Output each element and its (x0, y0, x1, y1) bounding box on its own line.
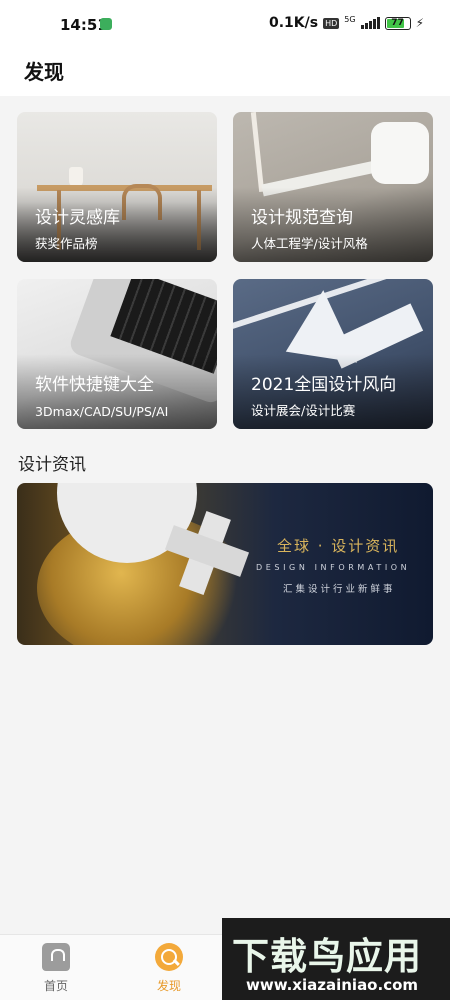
nav-home[interactable]: 首页 (26, 943, 86, 994)
section-title-design-news: 设计资讯 (18, 455, 86, 475)
page-header: 发现 (0, 48, 450, 96)
nav-label: 发现 (156, 979, 181, 993)
search-icon (155, 943, 183, 971)
banner-english-title: DESIGN INFORMATION (256, 563, 411, 572)
banner-title: 全球 · 设计资讯 (277, 537, 400, 555)
hd-badge: HD (323, 17, 340, 29)
watermark-title: 下载鸟应用 (232, 935, 422, 978)
battery-level: 77 (391, 18, 404, 28)
card-title: 2021全国设计风向 (251, 375, 397, 395)
nav-label: 首页 (43, 979, 68, 993)
card-design-trends[interactable]: 2021全国设计风向 设计展会/设计比赛 (233, 279, 433, 429)
tape-measure-illustration (371, 122, 429, 184)
nav-discover[interactable]: 发现 (139, 943, 199, 994)
watermark: 下载鸟应用 www.xiazainiao.com (222, 918, 450, 1000)
wechat-notification-icon (100, 18, 112, 30)
status-bar: 14:51 0.1K/s HD 5G 77 ⚡ (0, 0, 450, 48)
card-software-shortcuts[interactable]: 软件快捷键大全 3Dmax/CAD/SU/PS/AI (17, 279, 217, 429)
signal-icon (360, 17, 380, 29)
network-type: 5G (344, 15, 356, 24)
card-title: 设计灵感库 (35, 208, 120, 228)
page-title: 发现 (24, 60, 64, 84)
network-speed: 0.1K/s (268, 15, 319, 31)
banner-subtitle: 汇集设计行业新鲜事 (283, 584, 396, 595)
design-news-banner[interactable]: 全球 · 设计资讯 DESIGN INFORMATION 汇集设计行业新鲜事 (17, 483, 433, 645)
card-subtitle: 人体工程学/设计风格 (251, 236, 368, 251)
status-indicators: 0.1K/s HD 5G 77 ⚡ (269, 15, 424, 31)
card-title: 设计规范查询 (251, 208, 353, 228)
card-subtitle: 获奖作品榜 (35, 236, 98, 251)
pencil-illustration (250, 112, 265, 193)
card-title: 软件快捷键大全 (35, 375, 154, 395)
home-icon (42, 943, 70, 971)
card-subtitle: 3Dmax/CAD/SU/PS/AI (35, 404, 169, 419)
lamp-illustration (69, 167, 83, 187)
card-subtitle: 设计展会/设计比赛 (251, 403, 356, 418)
battery-icon: 77 (384, 16, 411, 30)
card-design-inspiration[interactable]: 设计灵感库 获奖作品榜 (17, 112, 217, 262)
card-design-standards[interactable]: 设计规范查询 人体工程学/设计风格 (233, 112, 433, 262)
charging-icon: ⚡ (415, 16, 424, 30)
watermark-url: www.xiazainiao.com (246, 976, 419, 994)
